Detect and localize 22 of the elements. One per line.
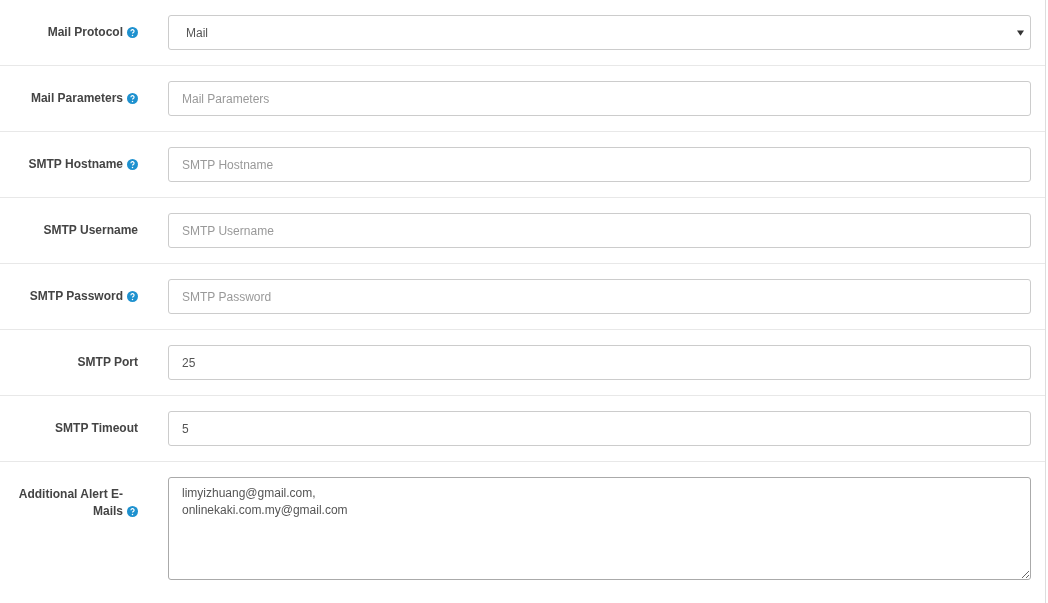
- text-area[interactable]: limyizhuang@gmail.com, onlinekaki.com.my@gmail.com: [168, 477, 1031, 580]
- field-label: SMTP Port: [77, 354, 138, 371]
- input-field[interactable]: 5: [168, 411, 1031, 446]
- input-field[interactable]: SMTP Password: [168, 279, 1031, 314]
- field-label: Additional Alert E-Mails: [17, 486, 123, 520]
- field-label: Mail Parameters: [30, 90, 123, 107]
- select-field[interactable]: Mail: [168, 15, 1031, 50]
- input-field[interactable]: SMTP Hostname: [168, 147, 1031, 182]
- help-icon[interactable]: [127, 27, 138, 38]
- input-field[interactable]: Mail Parameters: [168, 81, 1031, 116]
- field-label: SMTP Timeout: [55, 420, 138, 437]
- field-label: SMTP Password: [29, 288, 123, 305]
- field-label: SMTP Hostname: [28, 156, 123, 173]
- help-icon[interactable]: [127, 93, 138, 104]
- field-label: SMTP Username: [43, 222, 138, 239]
- caret-icon: [1017, 29, 1024, 36]
- help-icon[interactable]: [127, 159, 138, 170]
- help-icon[interactable]: [127, 291, 138, 302]
- field-label: Mail Protocol: [47, 24, 123, 41]
- input-field[interactable]: SMTP Username: [168, 213, 1031, 248]
- input-field[interactable]: 25: [168, 345, 1031, 380]
- help-icon[interactable]: [127, 506, 138, 517]
